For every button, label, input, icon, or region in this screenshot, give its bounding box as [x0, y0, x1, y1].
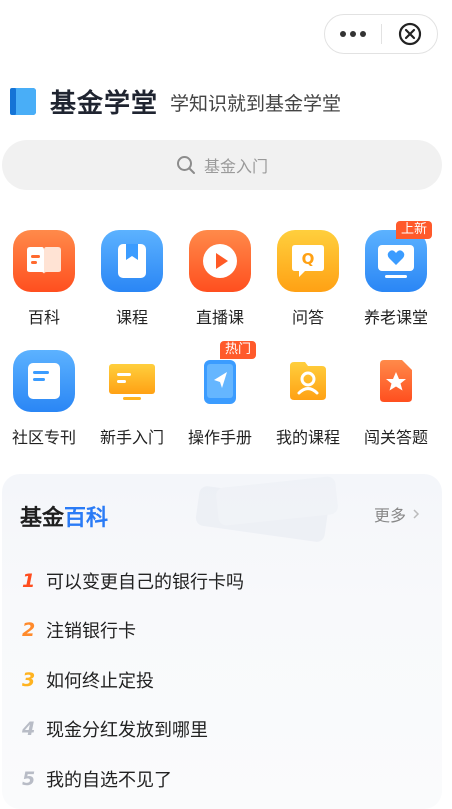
card-title-part-2: 百科: [64, 506, 109, 531]
grid-item-label: 操作手册: [187, 428, 252, 447]
grid-item-label: 养老课堂: [363, 308, 428, 327]
question-text: 现金分红发放到哪里: [46, 720, 208, 742]
grid-item-label: 直播课: [195, 308, 244, 327]
list-item[interactable]: 3 如何终止定投: [22, 655, 422, 705]
page-title: 基金学堂: [50, 89, 159, 119]
rank-number: 3: [22, 668, 36, 691]
search-bar[interactable]: 基金入门: [2, 140, 442, 190]
encyclopedia-card: 基金 百科 更多 1 可以变更自己的银行卡吗 2 注销银行卡 3 如何终止定投 …: [2, 474, 442, 809]
grid-item-label: 课程: [115, 308, 148, 327]
grid-item-label: 社区专刊: [11, 428, 76, 447]
hot-badge: 热门: [220, 341, 257, 359]
mini-program-capsule: [324, 14, 438, 54]
play-icon: [189, 230, 251, 292]
book-icon: [13, 230, 75, 292]
list-item[interactable]: 2 注销银行卡: [22, 606, 422, 656]
page-header: 基金学堂 学知识就到基金学堂: [8, 80, 341, 120]
phone-arrow-icon: [204, 360, 236, 404]
more-link[interactable]: 更多: [374, 502, 420, 526]
question-text: 如何终止定投: [46, 670, 154, 692]
monitor-icon: [109, 364, 155, 400]
question-text: 我的自选不见了: [46, 769, 172, 791]
ellipsis-icon[interactable]: [325, 31, 381, 37]
close-circle-icon[interactable]: [382, 22, 437, 46]
list-item[interactable]: 4 现金分红发放到哪里: [22, 705, 422, 755]
rank-number: 5: [22, 767, 36, 790]
book-logo-icon: [10, 88, 36, 115]
card-title-part-1: 基金: [20, 506, 65, 531]
grid-item-encyclopedia[interactable]: 百科: [0, 230, 88, 328]
bookmark-icon: [101, 230, 163, 292]
folder-user-icon: [290, 362, 326, 400]
document-icon: [13, 350, 75, 412]
heart-screen-icon: [365, 230, 427, 292]
question-text: 注销银行卡: [46, 621, 136, 643]
decorative-books-icon: [195, 476, 338, 542]
grid-item-qa[interactable]: Q 问答: [264, 230, 352, 328]
rank-number: 2: [22, 619, 36, 642]
grid-item-community-journal[interactable]: 社区专刊: [0, 350, 88, 448]
rank-number: 4: [22, 718, 36, 741]
grid-item-label: 新手入门: [99, 428, 164, 447]
grid-item-pension-class[interactable]: 上新 养老课堂: [352, 221, 440, 328]
grid-item-manual[interactable]: 热门 操作手册: [176, 341, 264, 448]
grid-item-beginner[interactable]: 新手入门: [88, 350, 176, 448]
rank-number: 1: [22, 569, 36, 592]
page-subtitle: 学知识就到基金学堂: [170, 93, 342, 115]
grid-item-my-courses[interactable]: 我的课程: [264, 350, 352, 448]
svg-text:Q: Q: [302, 250, 315, 268]
qa-bubble-icon: Q: [277, 230, 339, 292]
new-badge: 上新: [396, 221, 433, 239]
star-file-icon: [380, 360, 412, 402]
more-label: 更多: [373, 506, 406, 525]
card-title: 基金 百科: [20, 500, 108, 532]
search-icon: [176, 156, 195, 174]
chevron-right-icon: [413, 509, 420, 519]
feature-grid-row-1: 百科 课程 直播课 Q 问答 上新 养老课堂: [0, 221, 452, 328]
grid-item-label: 我的课程: [275, 428, 340, 447]
grid-item-courses[interactable]: 课程: [88, 230, 176, 328]
feature-grid-row-2: 社区专刊 新手入门 热门 操作手册 我的课程 闯关答题: [0, 341, 452, 448]
grid-item-quiz[interactable]: 闯关答题: [352, 350, 440, 448]
grid-item-label: 百科: [27, 308, 60, 327]
list-item[interactable]: 5 我的自选不见了: [22, 754, 422, 804]
question-list: 1 可以变更自己的银行卡吗 2 注销银行卡 3 如何终止定投 4 现金分红发放到…: [22, 556, 422, 804]
list-item[interactable]: 1 可以变更自己的银行卡吗: [22, 556, 422, 606]
grid-item-label: 问答: [291, 308, 324, 327]
search-placeholder: 基金入门: [203, 157, 268, 176]
grid-item-live-course[interactable]: 直播课: [176, 230, 264, 328]
grid-item-label: 闯关答题: [363, 428, 428, 447]
question-text: 可以变更自己的银行卡吗: [46, 571, 244, 593]
